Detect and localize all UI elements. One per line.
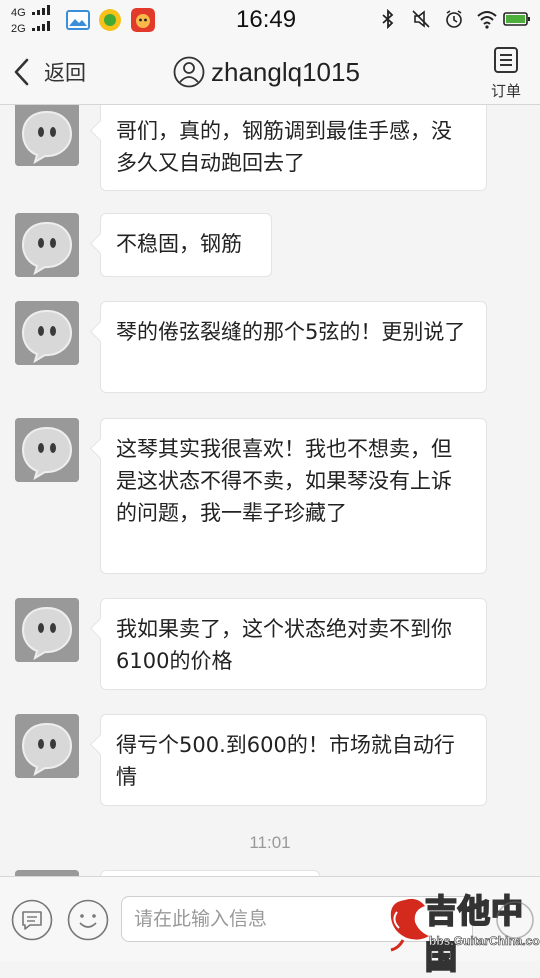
message-bubble[interactable]: 得亏个500.到600的！市场就自动行情 — [100, 714, 487, 806]
network-type-1: 4G — [11, 7, 26, 19]
status-bar: 4G 2G 16:49 — [0, 0, 540, 38]
contact-title[interactable]: zhanglq1015 — [173, 54, 360, 90]
message-bubble[interactable]: 这琴其实我很喜欢！我也不想卖，但是这状态不得不卖，如果琴没有上诉的问题，我一辈子… — [100, 418, 487, 574]
guitarchina-watermark: 吉他中国 bbs.GuitarChina.com — [385, 884, 540, 977]
signal-icon-2 — [32, 21, 52, 31]
wifi-icon — [477, 11, 497, 29]
gallery-app-icon — [66, 10, 90, 30]
silent-mode-icon — [412, 10, 430, 28]
avatar[interactable] — [15, 418, 79, 482]
default-avatar-icon — [15, 598, 79, 662]
avatar[interactable] — [15, 598, 79, 662]
default-avatar-icon — [15, 213, 79, 277]
default-avatar-icon — [15, 301, 79, 365]
default-avatar-icon — [15, 714, 79, 778]
clock: 16:49 — [236, 6, 297, 33]
avatar[interactable] — [15, 301, 79, 365]
quick-reply-icon[interactable] — [11, 899, 53, 941]
network-type-2: 2G — [11, 23, 26, 35]
bluetooth-icon — [382, 9, 394, 29]
shopping-app-icon — [131, 8, 155, 32]
avatar[interactable] — [15, 714, 79, 778]
message-bubble[interactable]: 我如果卖了，这个状态绝对卖不到你6100的价格 — [100, 598, 487, 690]
order-label: 订单 — [490, 82, 521, 100]
battery-icon — [503, 12, 530, 26]
chevron-left-icon — [14, 58, 29, 86]
send-circle-icon[interactable] — [495, 900, 535, 940]
message-timestamp: 11:01 — [249, 833, 291, 852]
avatar[interactable] — [15, 105, 79, 166]
alarm-icon — [446, 10, 462, 28]
chat-header: 返回 zhanglq1015 订单 — [0, 38, 540, 105]
order-list-icon — [494, 47, 518, 73]
avatar[interactable] — [15, 213, 79, 277]
message-bubble[interactable]: 不稳固，钢筋 — [100, 213, 272, 277]
back-label: 返回 — [44, 62, 86, 85]
message-list[interactable]: 哥们，真的，钢筋调到最佳手感，没多久又自动跑回去了 不稳固，钢筋 琴的倦弦裂缝的… — [0, 105, 540, 876]
emoji-icon[interactable] — [67, 899, 109, 941]
message-bubble[interactable]: 哥们，真的，钢筋调到最佳手感，没多久又自动跑回去了 — [100, 105, 487, 191]
user-icon — [173, 56, 205, 88]
signal-icon-1 — [32, 5, 52, 15]
order-button[interactable]: 订单 — [484, 46, 528, 100]
message-bubble[interactable]: 琴的倦弦裂缝的那个5弦的！更别说了 — [100, 301, 487, 393]
contact-name: zhanglq1015 — [211, 56, 360, 87]
back-button[interactable]: 返回 — [10, 52, 110, 92]
music-app-icon — [99, 9, 121, 31]
default-avatar-icon — [15, 105, 79, 166]
default-avatar-icon — [15, 418, 79, 482]
